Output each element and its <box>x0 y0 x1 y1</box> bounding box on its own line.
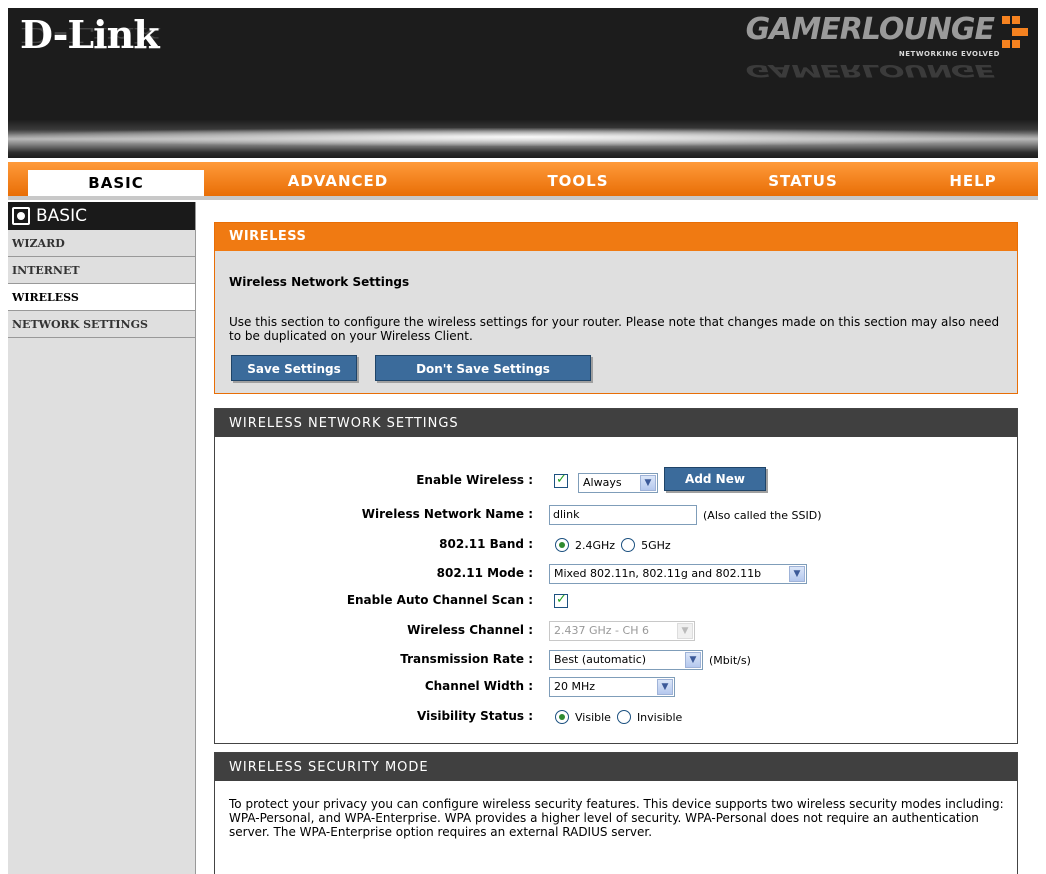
header-glow <box>8 128 1038 146</box>
header-banner: D-Link D-Link GAMERLOUNGE GAMERLOUNGE NE… <box>8 8 1038 158</box>
visibility-invisible-radio[interactable] <box>616 710 631 724</box>
save-settings-button[interactable]: Save Settings <box>231 355 357 381</box>
sidebar-item-internet[interactable]: INTERNET <box>8 257 195 284</box>
sidebar: BASIC WIZARD INTERNET WIRELESS NETWORK S… <box>8 202 196 874</box>
visibility-row: Visibility Status : Visible Invisible <box>215 705 1017 729</box>
tx-rate-label: Transmission Rate : <box>400 652 533 666</box>
wireless-panel-subtitle: Wireless Network Settings <box>229 275 410 289</box>
dlink-logo-reflection: D-Link <box>20 23 159 48</box>
add-new-schedule-button[interactable]: Add New <box>664 467 766 491</box>
band-5ghz-radio[interactable] <box>621 538 636 552</box>
band-label: 802.11 Band : <box>439 537 533 551</box>
tab-tools[interactable]: TOOLS <box>508 162 648 196</box>
wireless-network-settings-panel: WIRELESS NETWORK SETTINGS Enable Wireles… <box>214 408 1018 744</box>
dont-save-settings-button[interactable]: Don't Save Settings <box>375 355 591 381</box>
chevron-down-icon: ▼ <box>640 475 656 491</box>
network-name-row: Wireless Network Name : dlink (Also call… <box>215 503 1017 527</box>
visibility-label: Visibility Status : <box>417 709 533 723</box>
sidebar-title: BASIC <box>36 206 87 226</box>
enable-wireless-checkbox[interactable] <box>554 472 568 488</box>
chevron-down-icon: ▼ <box>685 652 701 668</box>
tx-rate-row: Transmission Rate : Best (automatic) ▼ (… <box>215 648 1017 672</box>
wireless-panel-title: WIRELESS <box>215 223 1017 251</box>
chevron-down-icon: ▼ <box>657 679 673 695</box>
top-nav: BASIC ADVANCED TOOLS STATUS HELP <box>8 162 1038 196</box>
sidebar-item-network-settings[interactable]: NETWORK SETTINGS <box>8 311 195 338</box>
basic-section-icon <box>12 207 30 225</box>
wireless-network-settings-title: WIRELESS NETWORK SETTINGS <box>215 409 1017 437</box>
tx-rate-unit: (Mbit/s) <box>709 653 751 667</box>
mode-label: 802.11 Mode : <box>436 566 533 580</box>
sidebar-item-wizard[interactable]: WIZARD <box>8 230 195 257</box>
channel-width-select-value: 20 MHz <box>554 680 596 693</box>
channel-width-label: Channel Width : <box>424 679 533 693</box>
network-name-label: Wireless Network Name : <box>361 507 533 521</box>
wireless-panel: WIRELESS Wireless Network Settings Use t… <box>214 222 1018 394</box>
mode-select[interactable]: Mixed 802.11n, 802.11g and 802.11b ▼ <box>549 564 807 584</box>
tx-rate-select[interactable]: Best (automatic) ▼ <box>549 650 703 670</box>
schedule-select-value: Always <box>583 476 622 489</box>
gamerlounge-logo: GAMERLOUNGE <box>745 12 995 47</box>
wireless-panel-description: Use this section to configure the wirele… <box>229 315 1000 343</box>
visibility-invisible-label: Invisible <box>636 710 683 724</box>
chevron-down-icon: ▼ <box>789 566 805 582</box>
channel-width-row: Channel Width : 20 MHz ▼ <box>215 675 1017 699</box>
auto-channel-label: Enable Auto Channel Scan : <box>346 593 533 607</box>
band-row: 802.11 Band : 2.4GHz 5GHz <box>215 533 1017 557</box>
gamerlounge-logo-reflection: GAMERLOUNGE <box>745 60 994 80</box>
visibility-visible-radio[interactable] <box>555 710 569 724</box>
wireless-security-title: WIRELESS SECURITY MODE <box>215 753 1017 781</box>
tab-help[interactable]: HELP <box>928 162 1018 196</box>
band-2-4ghz-radio[interactable] <box>555 538 569 552</box>
enable-wireless-row: Enable Wireless : Always ▼ Add New <box>215 467 1017 493</box>
channel-select-value: 2.437 GHz - CH 6 <box>554 624 649 637</box>
tab-advanced[interactable]: ADVANCED <box>258 162 418 196</box>
schedule-select[interactable]: Always ▼ <box>578 473 658 493</box>
nav-divider <box>8 196 1038 200</box>
network-name-input[interactable]: dlink <box>549 505 697 525</box>
visibility-visible-label: Visible <box>575 710 611 724</box>
mode-select-value: Mixed 802.11n, 802.11g and 802.11b <box>554 567 762 580</box>
channel-row: Wireless Channel : 2.437 GHz - CH 6 ▼ <box>215 619 1017 643</box>
tx-rate-select-value: Best (automatic) <box>554 653 647 666</box>
tab-status[interactable]: STATUS <box>728 162 878 196</box>
band-5ghz-label: 5GHz <box>641 538 671 552</box>
sidebar-item-wireless[interactable]: WIRELESS <box>8 284 195 311</box>
channel-width-select[interactable]: 20 MHz ▼ <box>549 677 675 697</box>
band-2-4ghz-label: 2.4GHz <box>575 538 616 552</box>
gamerlounge-mark-icon <box>1002 16 1028 48</box>
channel-select[interactable]: 2.437 GHz - CH 6 ▼ <box>549 621 695 641</box>
wireless-security-panel: WIRELESS SECURITY MODE To protect your p… <box>214 752 1018 874</box>
auto-channel-checkbox[interactable] <box>554 592 568 608</box>
tab-basic[interactable]: BASIC <box>28 170 204 196</box>
wireless-security-description: To protect your privacy you can configur… <box>229 797 1004 839</box>
mode-row: 802.11 Mode : Mixed 802.11n, 802.11g and… <box>215 562 1017 586</box>
chevron-down-icon: ▼ <box>677 623 693 639</box>
sidebar-header: BASIC <box>8 202 195 230</box>
brand-tagline: NETWORKING EVOLVED <box>898 50 1000 58</box>
auto-channel-row: Enable Auto Channel Scan : <box>215 589 1017 613</box>
enable-wireless-label: Enable Wireless : <box>416 473 533 487</box>
ssid-note: (Also called the SSID) <box>703 508 822 522</box>
channel-label: Wireless Channel : <box>407 623 533 637</box>
